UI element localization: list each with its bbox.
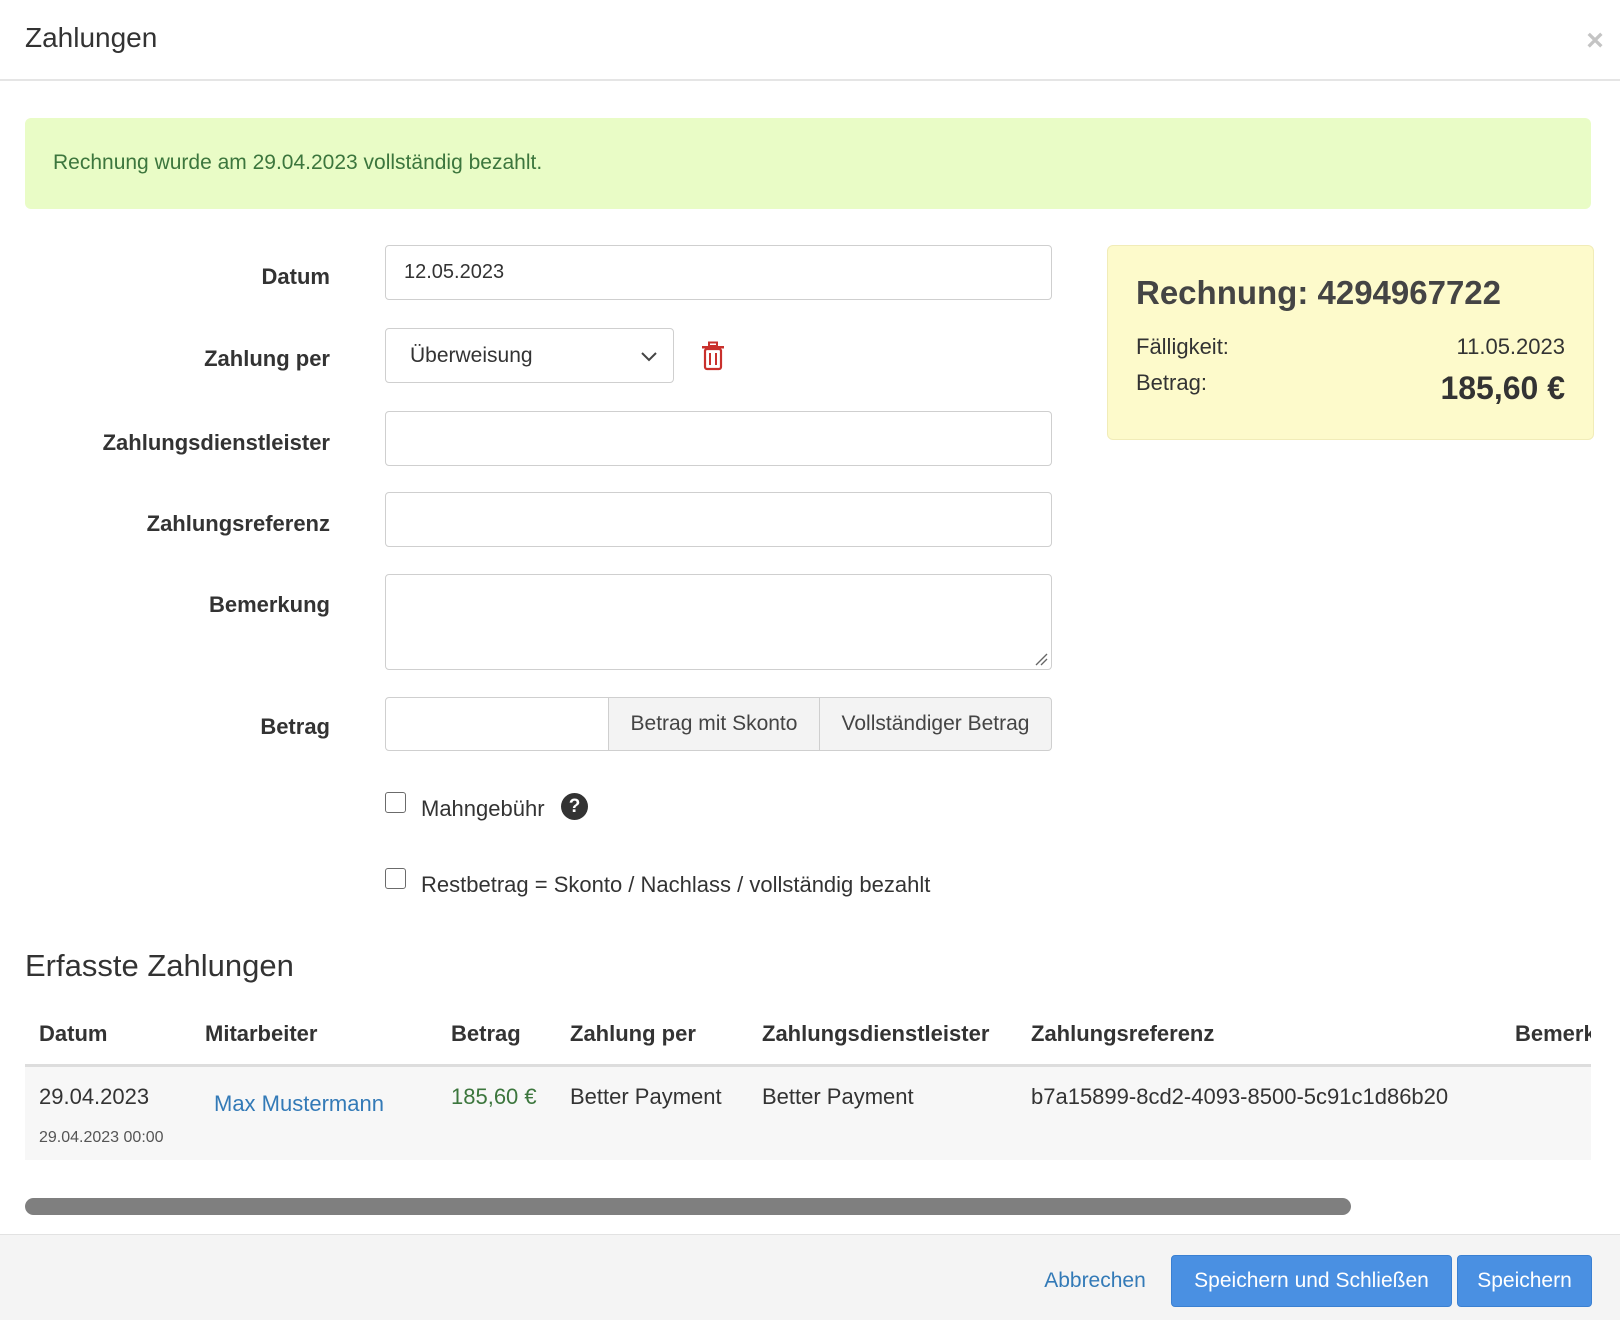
betrag-label: Betrag: [260, 714, 330, 739]
row-datum-timestamp: 29.04.2023 00:00: [39, 1129, 164, 1146]
header-zahlung-per: Zahlung per: [570, 1021, 696, 1046]
faelligkeit-value: 11.05.2023: [1456, 334, 1565, 359]
invoice-title: Rechnung: 4294967722: [1136, 274, 1502, 311]
header-betrag: Betrag: [451, 1021, 521, 1046]
dienstleister-input[interactable]: [385, 411, 1052, 466]
faelligkeit-label: Fälligkeit:: [1136, 334, 1229, 359]
betrag-summary-label: Betrag:: [1136, 370, 1207, 395]
trash-icon[interactable]: [700, 341, 726, 371]
betrag-summary-value: 185,60 €: [1440, 370, 1565, 406]
modal-title: Zahlungen: [25, 22, 158, 53]
horizontal-scrollbar[interactable]: [25, 1198, 1351, 1215]
zahlung-per-select[interactable]: Überweisung: [385, 328, 674, 383]
close-icon[interactable]: ×: [1580, 26, 1610, 56]
header-datum: Datum: [39, 1021, 108, 1046]
dienstleister-label: Zahlungsdienstleister: [102, 430, 330, 455]
row-zahlung-per: Better Payment: [570, 1084, 722, 1109]
payments-table: Datum Mitarbeiter Betrag Zahlung per Zah…: [25, 1005, 1591, 1160]
save-and-close-button[interactable]: Speichern und Schließen: [1171, 1255, 1452, 1307]
betrag-input-group: Betrag mit Skonto Vollständiger Betrag: [385, 697, 1052, 751]
vollstaendiger-betrag-button[interactable]: Vollständiger Betrag: [819, 697, 1052, 751]
success-alert: Rechnung wurde am 29.04.2023 vollständig…: [25, 118, 1591, 209]
row-referenz: b7a15899-8cd2-4093-8500-5c91c1d86b20: [1031, 1084, 1449, 1109]
mahngebuehr-label[interactable]: Mahngebühr: [421, 796, 545, 822]
row-datum: 29.04.2023: [39, 1084, 150, 1109]
row-mitarbeiter-link[interactable]: Max Mustermann: [214, 1091, 384, 1117]
referenz-input[interactable]: [385, 492, 1052, 547]
header-referenz: Zahlungsreferenz: [1031, 1021, 1215, 1046]
chevron-down-icon: [641, 352, 657, 362]
referenz-label: Zahlungsreferenz: [146, 511, 330, 536]
modal-header: Zahlungen ×: [0, 0, 1620, 81]
betrag-input[interactable]: [385, 697, 609, 751]
save-button[interactable]: Speichern: [1457, 1255, 1592, 1307]
header-dienstleister: Zahlungsdienstleister: [762, 1021, 990, 1046]
zahlung-per-label: Zahlung per: [204, 346, 330, 371]
header-bemerkung: Bemerkung: [1515, 1021, 1591, 1046]
invoice-summary: Rechnung: 4294967722 Fälligkeit: 11.05.2…: [1107, 245, 1594, 440]
datum-label: Datum: [261, 264, 330, 289]
row-dienstleister: Better Payment: [762, 1084, 914, 1109]
cancel-button[interactable]: Abbrechen: [1030, 1261, 1160, 1301]
datum-input[interactable]: 12.05.2023: [385, 245, 1052, 300]
zahlung-per-value: Überweisung: [410, 344, 533, 367]
mahngebuehr-checkbox[interactable]: [385, 792, 406, 813]
header-mitarbeiter: Mitarbeiter: [205, 1021, 318, 1046]
bemerkung-textarea[interactable]: [385, 574, 1052, 670]
restbetrag-label[interactable]: Restbetrag = Skonto / Nachlass / vollstä…: [421, 872, 930, 898]
resize-handle-icon[interactable]: [1034, 652, 1048, 666]
bemerkung-label: Bemerkung: [208, 592, 330, 617]
payments-title: Erfasste Zahlungen: [25, 948, 294, 983]
question-circle-icon[interactable]: ?: [561, 793, 588, 820]
modal-footer: Abbrechen Speichern und Schließen Speich…: [0, 1234, 1620, 1320]
betrag-mit-skonto-button[interactable]: Betrag mit Skonto: [608, 697, 820, 751]
row-betrag: 185,60 €: [451, 1084, 537, 1109]
restbetrag-checkbox[interactable]: [385, 868, 406, 889]
